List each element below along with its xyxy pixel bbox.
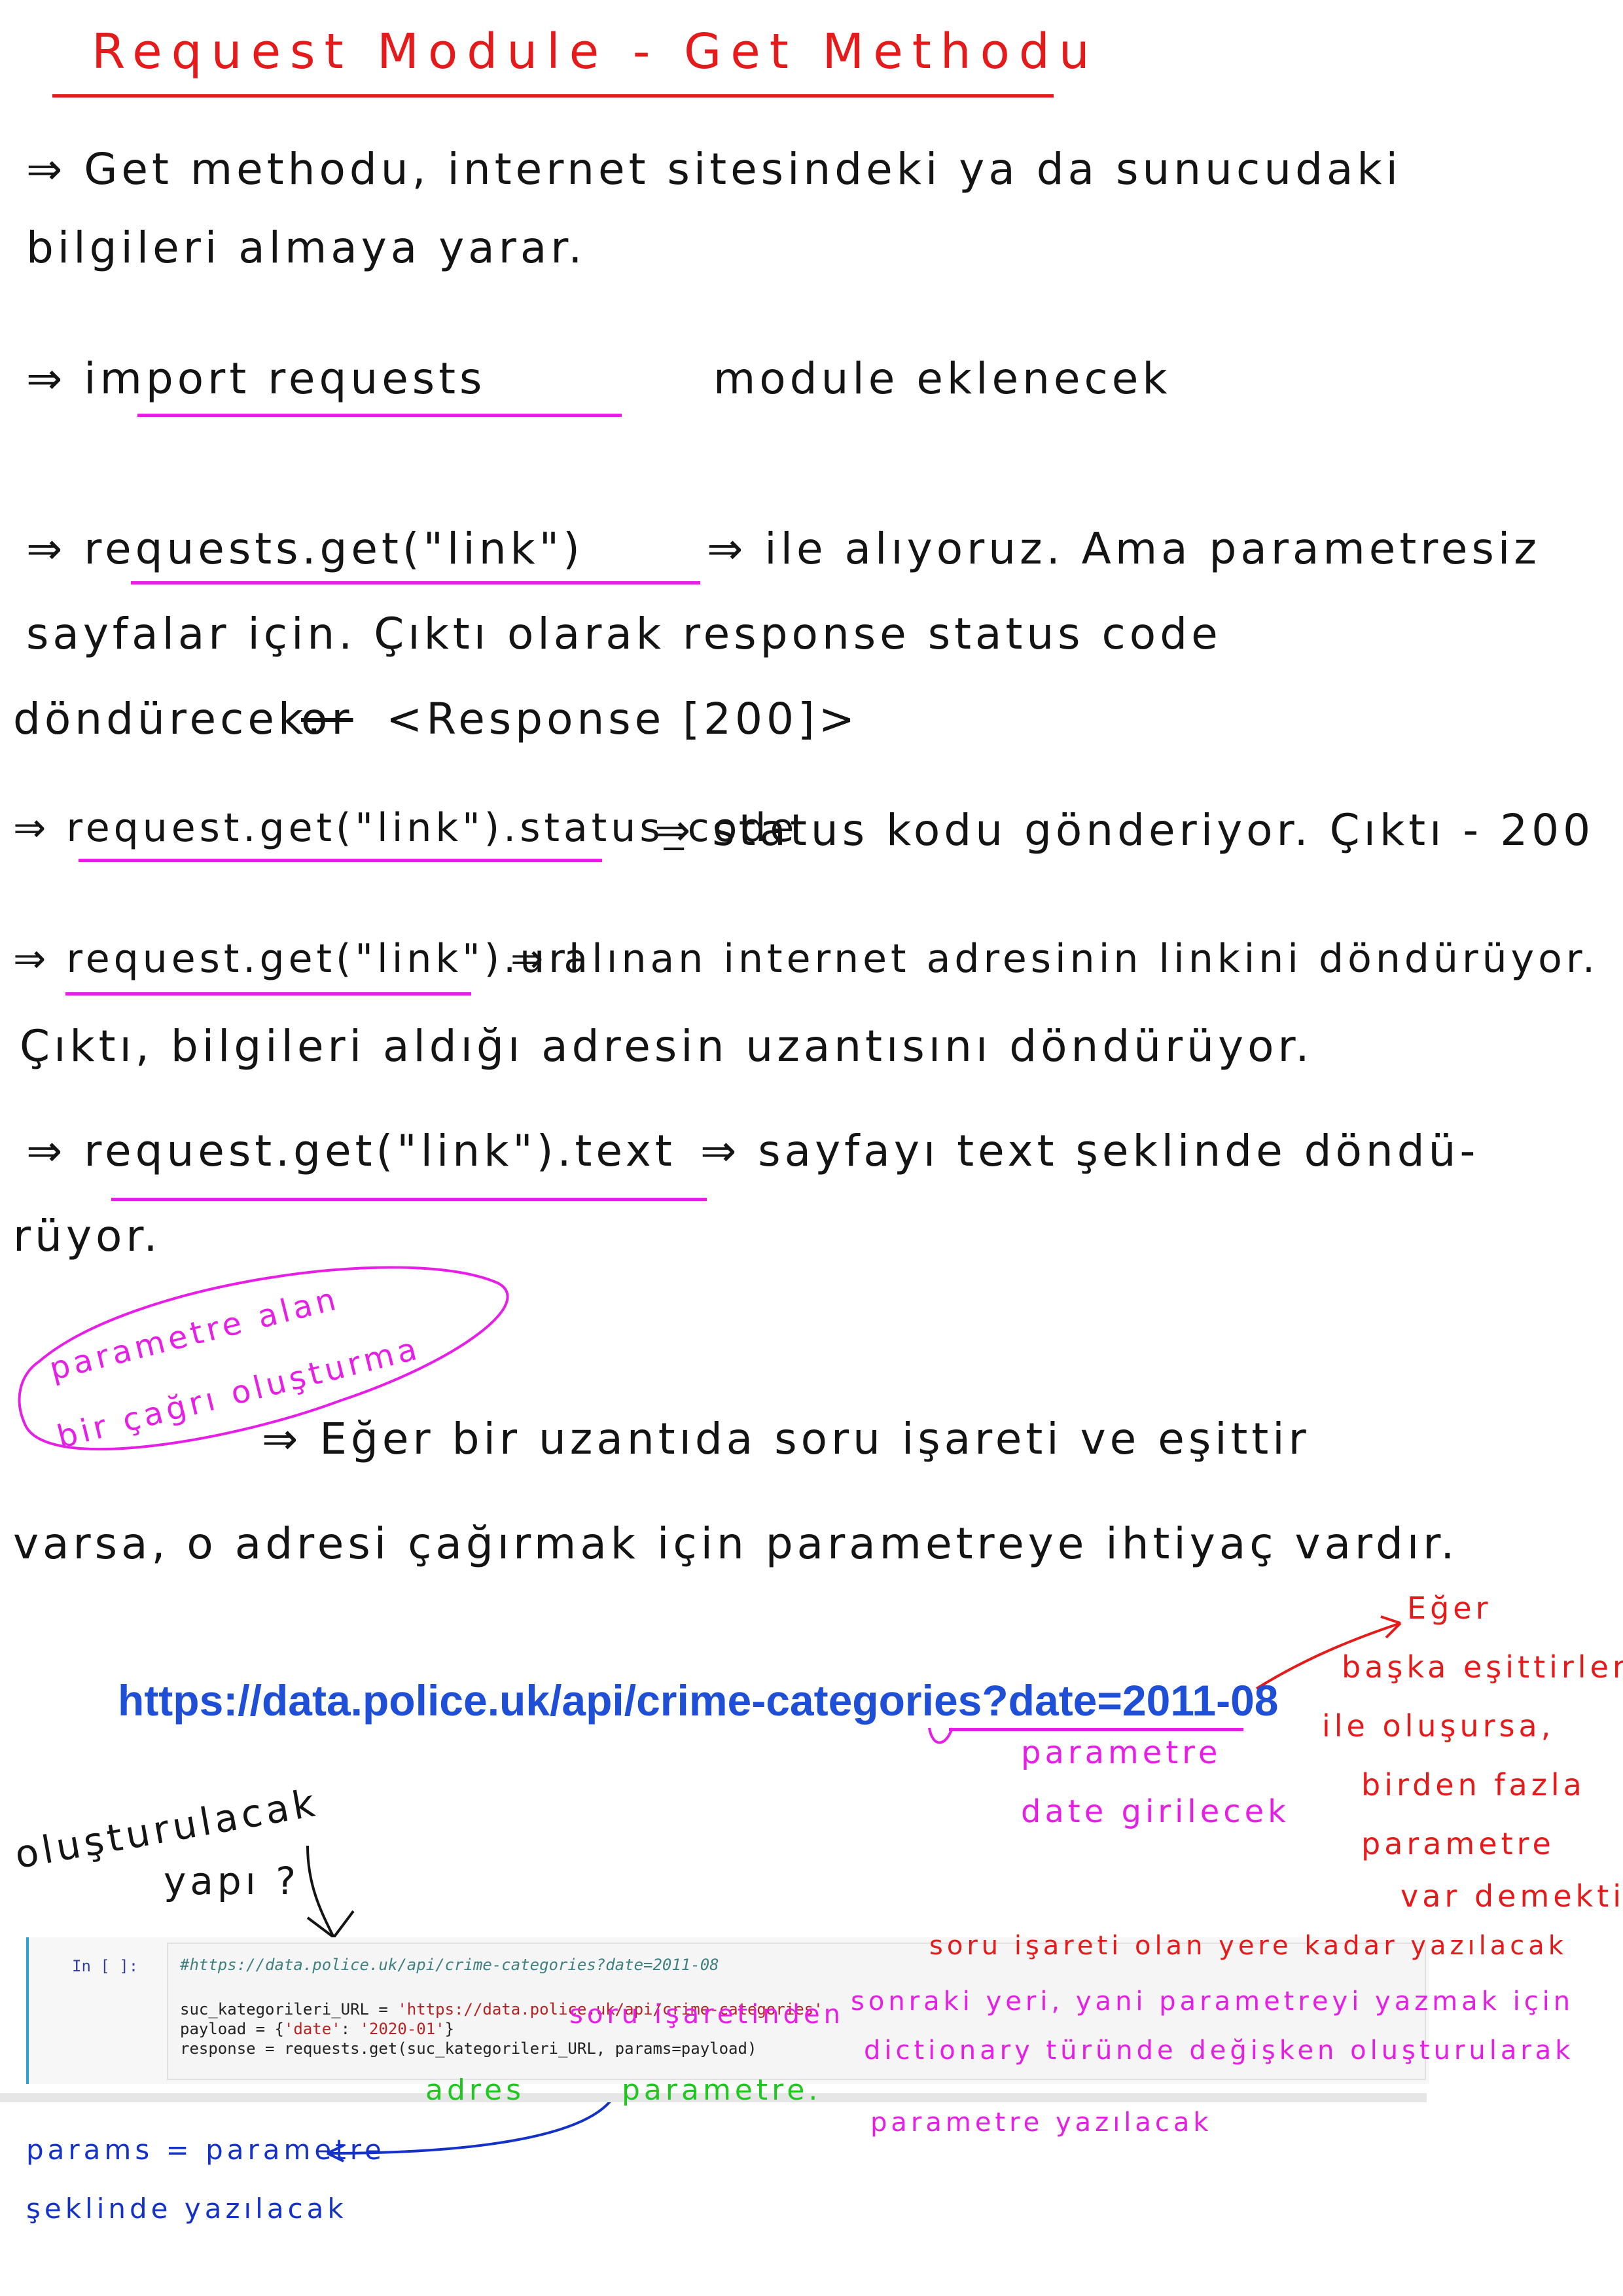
get-intro-line1: ⇒ Get methodu, internet sitesindeki ya d… bbox=[26, 144, 1402, 194]
text-rest: ⇒ sayfayı text şeklinde döndü- bbox=[700, 1126, 1480, 1176]
payload-key: 'date' bbox=[283, 2020, 341, 2038]
blue-note-1: params = parametre bbox=[26, 2134, 385, 2166]
side-note-2: başka eşittirler bbox=[1342, 1649, 1623, 1685]
status-underline bbox=[79, 859, 602, 862]
param-label-2: date girilecek bbox=[1021, 1793, 1290, 1830]
url-underline bbox=[65, 992, 471, 996]
red-code-note: soru işareti olan yere kadar yazılacak bbox=[929, 1931, 1567, 1961]
structure-label-2: yapı ? bbox=[164, 1859, 300, 1903]
url-code: ⇒ request.get("link").url bbox=[13, 936, 584, 982]
blue-note-2: şeklinde yazılacak bbox=[26, 2193, 348, 2225]
get-line3-a: döndürecek. bbox=[13, 694, 325, 744]
get-code: ⇒ requests.get("link") bbox=[26, 524, 584, 574]
text-line2: rüyor. bbox=[13, 1211, 162, 1261]
url-param-underline bbox=[949, 1728, 1243, 1731]
import-underline bbox=[137, 414, 622, 417]
payload-mid: : bbox=[340, 2020, 360, 2038]
eger-line1: ⇒ Eğer bir uzantıda soru işareti ve eşit… bbox=[262, 1414, 1310, 1464]
page-title: Request Module - Get Methodu bbox=[92, 24, 1099, 80]
side-note-1: Eğer bbox=[1407, 1590, 1492, 1626]
payload-val: '2020-01' bbox=[359, 2020, 445, 2038]
green-adres: adres bbox=[425, 2073, 526, 2107]
comment-text: #https://data.police.uk/api/crime-catego… bbox=[180, 1956, 719, 1974]
code-line-comment: #https://data.police.uk/api/crime-catego… bbox=[180, 1956, 719, 1974]
eger-line2: varsa, o adresi çağırmak için parametrey… bbox=[13, 1518, 1459, 1569]
side-note-4: birden fazla bbox=[1361, 1767, 1586, 1803]
get-underline bbox=[131, 581, 700, 584]
example-url[interactable]: https://data.police.uk/api/crime-categor… bbox=[118, 1676, 1279, 1725]
green-param: parametre. bbox=[622, 2073, 822, 2107]
mag-note-2: sonraki yeri, yani parametreyi yazmak iç… bbox=[851, 1986, 1575, 2017]
title-underline bbox=[52, 94, 1054, 98]
get-intro-line2: bilgileri almaya yarar. bbox=[26, 223, 586, 273]
url-var: suc_kategorileri_URL = bbox=[180, 2000, 398, 2018]
mag-note-1: soru işaretinden bbox=[569, 2000, 844, 2030]
code-line-response: response = requests.get(suc_kategorileri… bbox=[180, 2039, 757, 2058]
import-code: ⇒ import requests bbox=[26, 353, 486, 404]
text-underline bbox=[111, 1198, 707, 1201]
payload-a: payload = { bbox=[180, 2020, 284, 2038]
code-line-payload: payload = {'date': '2020-01'} bbox=[180, 2020, 454, 2038]
url-rest: ⇒ alınan internet adresinin linkini dönd… bbox=[510, 936, 1599, 982]
side-note-5: parametre bbox=[1361, 1826, 1555, 1861]
side-note-6: var demektir. bbox=[1400, 1878, 1623, 1914]
cell-prompt: In [ ]: bbox=[72, 1957, 139, 1975]
status-rest: ⇒ status kodu gönderiyor. Çıktı - 200 bbox=[654, 805, 1595, 855]
param-label-1: parametre bbox=[1021, 1734, 1222, 1771]
mag-note-4: parametre yazılacak bbox=[870, 2108, 1213, 2138]
get-line3-struck: or bbox=[301, 694, 353, 744]
text-code: ⇒ request.get("link").text bbox=[26, 1126, 676, 1176]
payload-b: } bbox=[444, 2020, 455, 2038]
side-note-3: ile oluşursa, bbox=[1322, 1708, 1555, 1744]
get-line3-b: <Response [200]> bbox=[386, 694, 859, 744]
get-line2: sayfalar için. Çıktı olarak response sta… bbox=[26, 609, 1222, 659]
get-rest: ⇒ ile alıyoruz. Ama parametresiz bbox=[707, 524, 1541, 574]
mag-note-3: dictionary türünde değişken oluşturulara… bbox=[864, 2036, 1575, 2066]
url-line2: Çıktı, bilgileri aldığı adresin uzantısı… bbox=[20, 1021, 1313, 1071]
import-rest: module eklenecek bbox=[713, 353, 1171, 404]
structure-arrow bbox=[306, 1845, 335, 1938]
